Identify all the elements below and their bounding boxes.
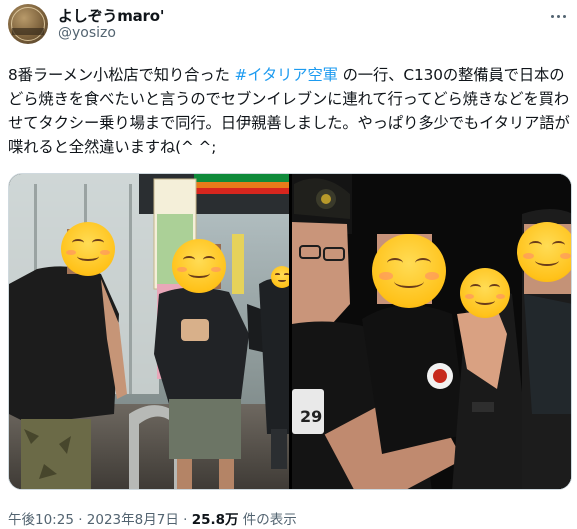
user-avatar[interactable] [8,4,48,44]
user-handle[interactable]: @yosizo [58,25,116,41]
tweet-text: 8番ラーメン小松店で知り合った #イタリア空軍 の一行、C130の整備員で日本の… [8,63,574,159]
hashtag-link[interactable]: #イタリア空軍 [235,66,338,84]
meta-separator: · [73,512,87,528]
photo-left-scene [9,174,289,489]
views-label: 件の表示 [238,512,297,528]
face-cover-emoji [271,266,289,288]
more-dot-icon [562,14,566,18]
more-dot-icon [550,14,554,18]
avatar-band [12,28,44,35]
meta-separator: · [178,512,192,528]
face-cover-emoji [460,268,510,318]
photo-right[interactable]: 29 [292,174,571,489]
face-cover-emoji [61,222,115,276]
tweet-time[interactable]: 午後10:25 [8,512,74,528]
more-dot-icon [556,14,560,18]
face-cover-emoji [517,222,571,282]
tweet-meta: 午後10:25 · 2023年8月7日 · 25.8万 件の表示 [8,508,297,528]
tweet-card: よしぞうmaro' @yosizo 8番ラーメン小松店で知り合った #イタリア空… [0,0,577,529]
views-count: 25.8万 [191,512,239,528]
tweet-date[interactable]: 2023年8月7日 [87,512,179,528]
tweet-text-part: 8番ラーメン小松店で知り合った [8,66,235,84]
more-options-button[interactable] [548,6,568,26]
face-cover-emoji [172,239,226,293]
avatar-ring [11,7,45,41]
face-cover-emoji [372,234,446,308]
photo-left[interactable] [9,174,289,489]
photo-right-scene: 29 [292,174,571,489]
user-display-name[interactable]: よしぞうmaro' [58,5,164,26]
shirt-print-number: 29 [300,407,322,426]
media-grid: 29 [8,173,572,490]
